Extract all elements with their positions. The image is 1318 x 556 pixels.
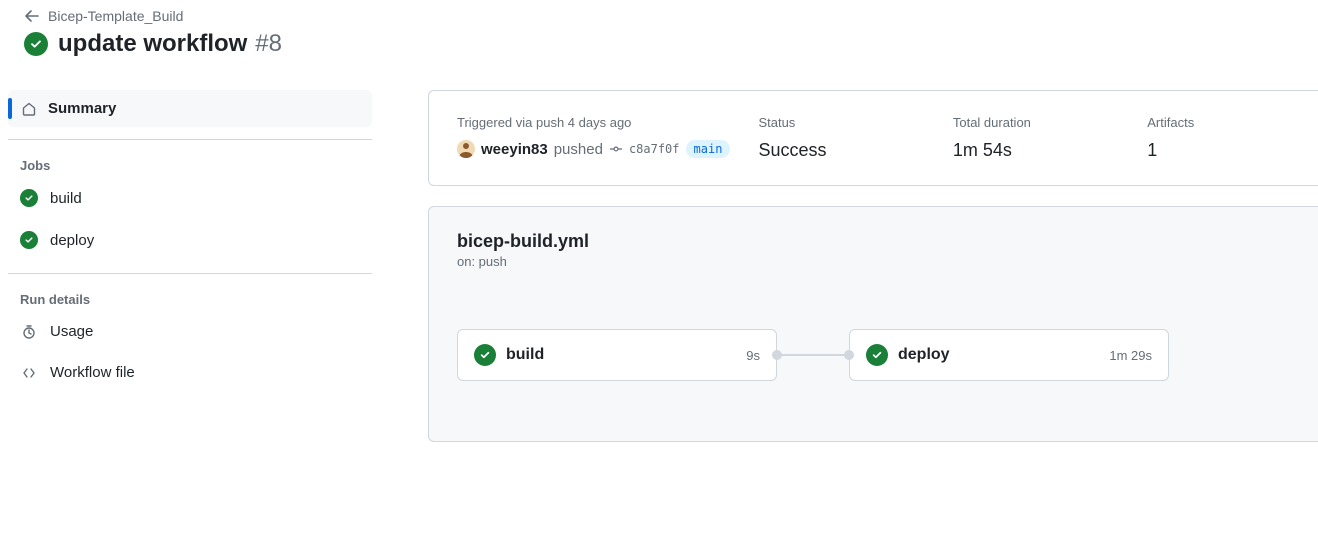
commit-icon [609, 142, 623, 156]
sidebar-summary-label: Summary [48, 100, 116, 117]
sidebar-job-build[interactable]: build [8, 177, 372, 219]
breadcrumb[interactable]: Bicep-Template_Build [24, 8, 1294, 24]
actor-link[interactable]: weeyin83 [481, 141, 548, 158]
duration-value[interactable]: 1m 54s [953, 140, 1131, 161]
main-content: Triggered via push 4 days ago weeyin83 p… [380, 74, 1318, 458]
sidebar-run-details-heading: Run details [8, 286, 372, 311]
branch-pill[interactable]: main [686, 140, 731, 158]
summary-status-col: Status Success [758, 115, 936, 161]
sidebar-item-workflow-file[interactable]: Workflow file [8, 352, 372, 393]
avatar[interactable] [457, 140, 475, 158]
summary-duration-col: Total duration 1m 54s [953, 115, 1131, 161]
stopwatch-icon [20, 324, 38, 340]
breadcrumb-workflow-name[interactable]: Bicep-Template_Build [48, 8, 183, 24]
status-success-icon [474, 344, 496, 366]
workflow-graph-card: bicep-build.yml on: push build 9s [428, 206, 1318, 442]
graph-job-deploy[interactable]: deploy 1m 29s [849, 329, 1169, 381]
graph-job-name: deploy [898, 346, 1099, 364]
graph-job-build[interactable]: build 9s [457, 329, 777, 381]
sidebar-job-label: deploy [50, 232, 94, 249]
artifacts-label: Artifacts [1147, 115, 1290, 130]
home-icon [20, 101, 38, 117]
artifacts-value[interactable]: 1 [1147, 140, 1290, 161]
sidebar-divider [8, 139, 372, 140]
sidebar-item-summary[interactable]: Summary [8, 90, 372, 127]
summary-card: Triggered via push 4 days ago weeyin83 p… [428, 90, 1318, 186]
workflow-trigger-text: on: push [457, 254, 1290, 269]
sidebar-jobs-heading: Jobs [8, 152, 372, 177]
status-value: Success [758, 140, 936, 161]
workflow-file-name[interactable]: bicep-build.yml [457, 231, 1290, 252]
graph-connector [777, 354, 849, 356]
status-label: Status [758, 115, 936, 130]
graph-job-name: build [506, 346, 736, 364]
summary-trigger-col: Triggered via push 4 days ago weeyin83 p… [457, 115, 742, 161]
summary-artifacts-col: Artifacts 1 [1147, 115, 1290, 161]
status-success-icon [20, 189, 38, 207]
sidebar-job-deploy[interactable]: deploy [8, 219, 372, 261]
workflow-file-icon [20, 365, 38, 381]
sidebar-usage-label: Usage [50, 323, 93, 340]
sidebar-item-usage[interactable]: Usage [8, 311, 372, 352]
duration-label: Total duration [953, 115, 1131, 130]
status-success-icon [866, 344, 888, 366]
status-success-icon [20, 231, 38, 249]
graph-job-duration: 9s [746, 348, 760, 363]
graph-job-duration: 1m 29s [1109, 348, 1152, 363]
workflow-graph-row: build 9s deploy 1m 29s [457, 329, 1290, 381]
action-suffix: pushed [554, 141, 603, 158]
sidebar-workflow-file-label: Workflow file [50, 364, 135, 381]
summary-trigger-label: Triggered via push 4 days ago [457, 115, 742, 130]
run-title-row: update workflow #8 [24, 30, 1294, 58]
sidebar: Summary Jobs build deploy Run details [0, 74, 380, 409]
sidebar-divider [8, 273, 372, 274]
run-number: #8 [255, 30, 282, 57]
status-success-icon [24, 32, 48, 56]
back-arrow-icon [24, 8, 40, 24]
commit-sha-link[interactable]: c8a7f0f [629, 142, 680, 156]
sidebar-job-label: build [50, 190, 82, 207]
run-title: update workflow [58, 30, 247, 57]
